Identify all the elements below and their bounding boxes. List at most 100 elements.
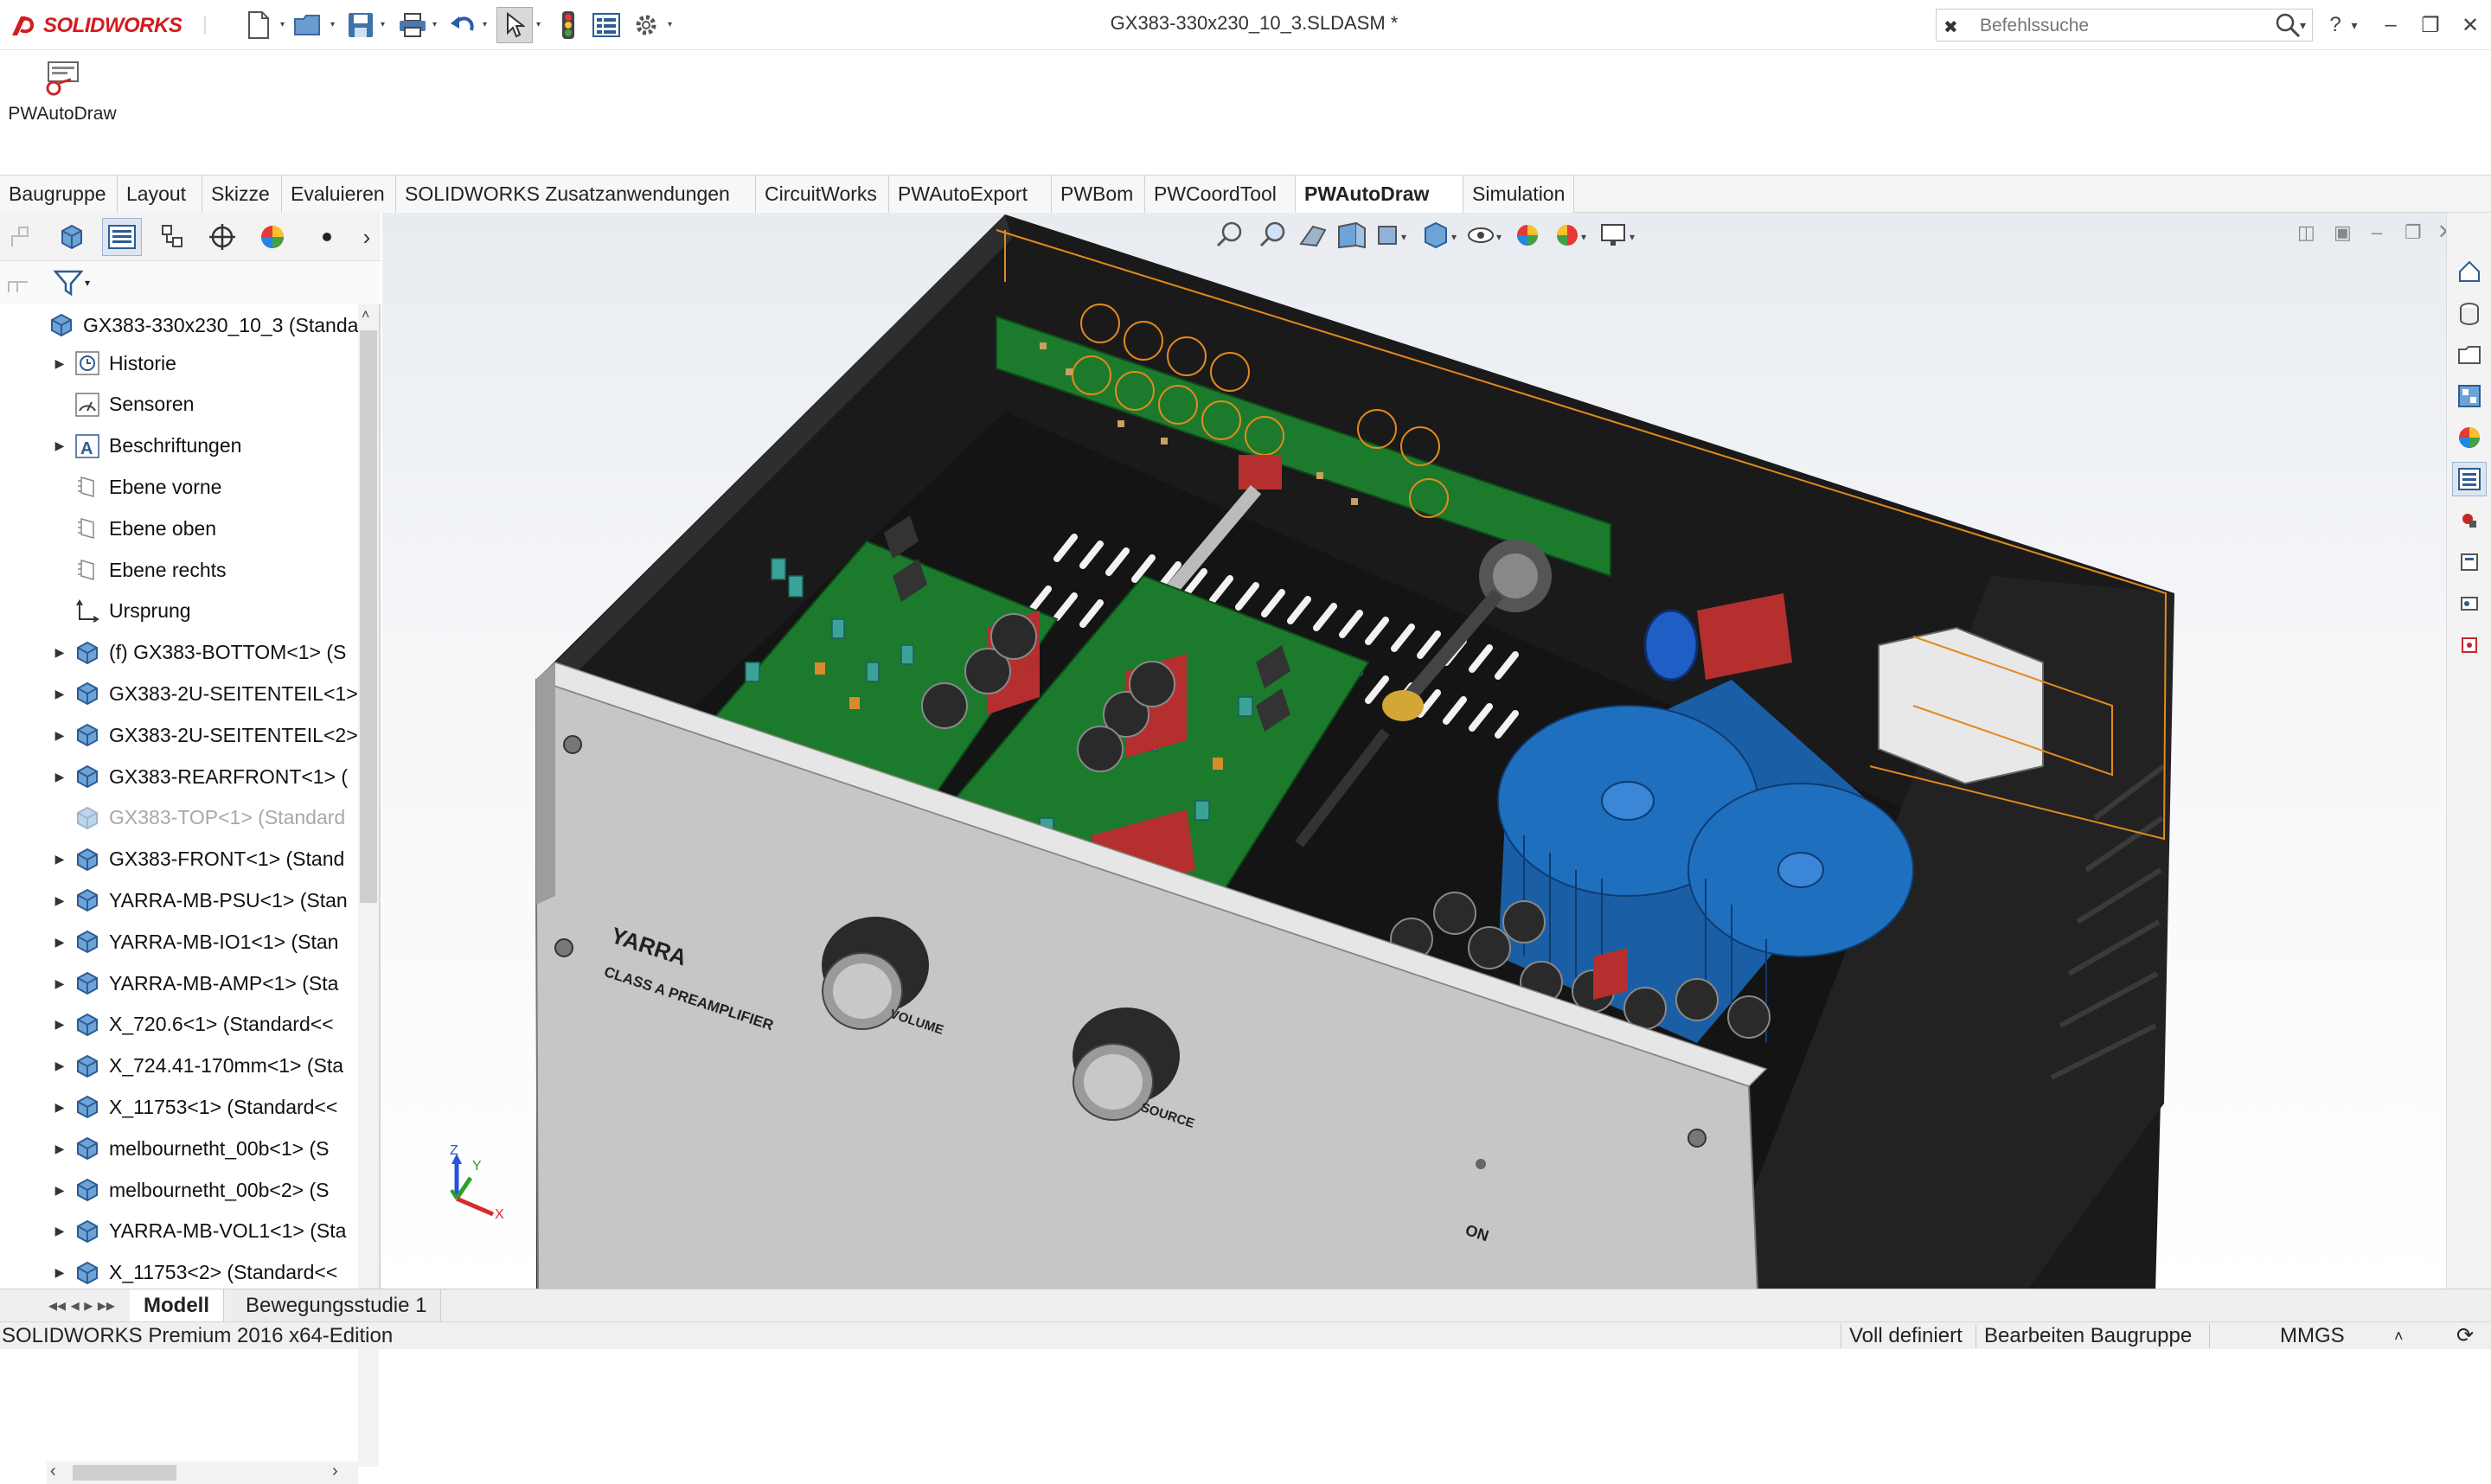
tree-item-beschriftungen[interactable]: ▶ A Beschriftungen [47,427,358,465]
view-palette-icon[interactable] [2452,379,2487,413]
chevron-down-icon[interactable]: ▾ [536,21,543,29]
new-document-icon[interactable] [240,7,277,43]
tree-scroll-thumb[interactable] [360,330,377,903]
search-icon[interactable] [2274,11,2302,39]
tab-simulation[interactable]: Simulation [1463,176,1574,213]
tree-item-ebene-oben[interactable]: Ebene oben [47,509,358,547]
tree-item-root-assembly[interactable]: GX383-330x230_10_3 (Standa [47,308,358,344]
tree-item-gx383-rearfront-1[interactable]: ▶ GX383-REARFRONT<1> ( [47,758,358,796]
expand-arrow-icon[interactable]: ▶ [47,935,73,950]
chevron-up-icon[interactable]: ˄ [362,308,369,323]
filter-icon[interactable]: ▾ [54,268,90,297]
search-scope-icon[interactable]: ✖ [1943,16,1958,38]
expand-arrow-icon[interactable]: ▶ [47,976,73,991]
close-icon[interactable]: ✕ [2453,9,2488,42]
chevron-up-icon[interactable]: ˄ [2394,1324,2404,1348]
tree-item-gx383-2u-seitenteil-2[interactable]: ▶ GX383-2U-SEITENTEIL<2> [47,716,358,754]
print-icon[interactable] [394,7,431,43]
tree-item-gx383-front-1-stand[interactable]: ▶ GX383-FRONT<1> (Stand [47,841,358,879]
tab-pwbom[interactable]: PWBom [1052,176,1145,213]
expand-arrow-icon[interactable]: ▶ [47,1183,73,1198]
tab-evaluieren[interactable]: Evaluieren [282,176,396,213]
tree-horizontal-scrollbar[interactable]: ‹ › [47,1462,358,1484]
chevron-down-icon[interactable]: ▾ [280,21,287,29]
tab-motion-study[interactable]: Bewegungsstudie 1 [232,1289,442,1321]
expand-arrow-icon[interactable]: ▶ [47,893,73,908]
command-search-box[interactable]: ✖ ▾ [1936,9,2313,42]
tree-item-ursprung[interactable]: Ursprung [47,592,358,630]
chevron-down-icon[interactable]: ▾ [381,21,387,29]
chevron-down-icon[interactable]: ▾ [483,21,490,29]
property-manager-icon[interactable] [102,218,142,256]
expand-arrow-icon[interactable]: ▶ [47,1059,73,1073]
tree-hscroll-thumb[interactable] [73,1465,176,1481]
expand-arrow-icon[interactable]: ▶ [47,1224,73,1238]
pw-tool-3-icon[interactable] [2452,586,2487,621]
tab-scroll-arrows[interactable]: ◂◂ ◂ ▸ ▸▸ [48,1295,115,1316]
pw-tool-4-icon[interactable] [2452,628,2487,662]
tab-pwautodraw[interactable]: PWAutoDraw [1296,176,1463,213]
file-explorer-icon[interactable] [2452,337,2487,372]
assembly-model-view[interactable] [382,213,2446,1289]
tree-item-f-gx383-bottom-1-s[interactable]: ▶ (f) GX383-BOTTOM<1> (S [47,634,358,672]
appearances-icon[interactable] [2452,420,2487,455]
tree-item-x-724-41-170mm-1-sta[interactable]: ▶ X_724.41-170mm<1> (Sta [47,1047,358,1085]
feature-tree-icon[interactable] [52,218,92,256]
solidworks-logo[interactable]: SOLIDWORKS [9,9,208,43]
tab-layout[interactable]: Layout [118,176,202,213]
restore-icon[interactable]: ❐ [2413,9,2448,42]
chevron-down-icon[interactable]: ▾ [2300,18,2306,33]
mate-reference-icon[interactable] [2,218,42,256]
tree-item-melbournetht-00b-1-s[interactable]: ▶ melbournetht_00b<1> (S [47,1129,358,1167]
file-properties-icon[interactable] [588,7,624,43]
chevron-left-icon[interactable]: ‹ [50,1462,56,1481]
status-units[interactable]: MMGS [2280,1324,2345,1348]
configuration-manager-icon[interactable] [152,218,192,256]
save-icon[interactable] [343,7,379,43]
tree-item-gx383-top-1-standard[interactable]: GX383-TOP<1> (Standard [47,799,358,837]
tree-item-ebene-rechts[interactable]: Ebene rechts [47,551,358,589]
rebuild-traffic-light-icon[interactable] [550,7,586,43]
undo-icon[interactable] [445,7,481,43]
expand-arrow-icon[interactable]: ▶ [47,356,73,371]
expand-arrow-icon[interactable]: ▶ [47,645,73,660]
tree-item-yarra-mb-amp-1-sta[interactable]: ▶ YARRA-MB-AMP<1> (Sta [47,964,358,1002]
tree-item-ebene-vorne[interactable]: Ebene vorne [47,468,358,506]
expand-arrow-icon[interactable]: ▶ [47,1100,73,1115]
pw-tool-1-icon[interactable] [2452,503,2487,538]
search-input[interactable] [1980,15,2265,37]
pwautodraw-command-button[interactable]: PWAutoDraw [7,59,118,163]
tree-item-yarra-mb-vol1-1-sta[interactable]: ▶ YARRA-MB-VOL1<1> (Sta [47,1212,358,1251]
chevron-down-icon[interactable]: ▾ [2346,9,2363,42]
expand-arrow-icon[interactable]: ▶ [47,1017,73,1032]
tree-item-historie[interactable]: ▶ Historie [47,344,358,382]
home-icon[interactable] [2452,254,2487,289]
tab-pwcoordtool[interactable]: PWCoordTool [1145,176,1296,213]
expand-arrow-icon[interactable]: ▶ [47,438,73,453]
chevron-down-icon[interactable]: ▾ [330,21,337,29]
open-folder-icon[interactable] [291,7,327,43]
expand-arrow-icon[interactable]: ▶ [47,852,73,867]
select-pointer-icon[interactable] [496,7,533,43]
graphics-viewport[interactable]: ▾ ▾ ▾ ▾ ▾ ◫ ▣ – ❐ ✕ [382,213,2446,1289]
tree-item-yarra-mb-io1-1-stan[interactable]: ▶ YARRA-MB-IO1<1> (Stan [47,923,358,961]
custom-properties-icon[interactable] [2452,462,2487,496]
tree-item-x-720-6-1-standard[interactable]: ▶ X_720.6<1> (Standard<< [47,1006,358,1044]
expand-arrow-icon[interactable]: ▶ [47,1142,73,1156]
display-manager-icon[interactable] [253,218,292,256]
more-tabs-icon[interactable] [313,218,341,256]
tab-baugruppe[interactable]: Baugruppe [0,176,118,213]
chevron-down-icon[interactable]: ▾ [668,21,675,29]
tab-circuitworks[interactable]: CircuitWorks [756,176,889,213]
expand-arrow-icon[interactable]: ▶ [47,728,73,743]
tree-item-sensoren[interactable]: Sensoren [47,386,358,424]
tree-item-x-11753-2-standard[interactable]: ▶ X_11753<2> (Standard<< [47,1254,358,1292]
design-library-icon[interactable] [2452,296,2487,330]
dimxpert-crosshair-icon[interactable] [202,218,242,256]
chevron-down-icon[interactable]: ▾ [432,21,439,29]
gear-icon[interactable] [628,7,664,43]
expand-arrow-icon[interactable]: ▶ [47,770,73,784]
chevron-right-icon[interactable]: › [332,1462,338,1481]
tab-skizze[interactable]: Skizze [202,176,282,213]
tab-solidworks-zusatzanwendungen[interactable]: SOLIDWORKS Zusatzanwendungen [396,176,756,213]
